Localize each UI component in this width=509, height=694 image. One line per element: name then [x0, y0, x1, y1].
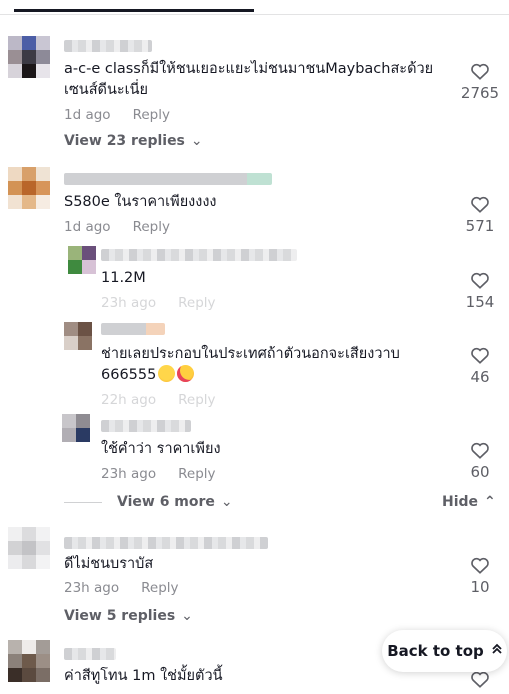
comment-text: S580e ในราคาเพียงงงง — [64, 194, 217, 210]
heart-outline-icon — [471, 557, 489, 574]
username-blurred[interactable] — [64, 40, 152, 52]
username-blurred[interactable] — [64, 537, 268, 549]
like-button[interactable]: 10 — [450, 556, 509, 596]
avatar[interactable] — [8, 640, 50, 682]
like-button[interactable]: 2765 — [450, 62, 509, 102]
reply-username-blurred[interactable] — [101, 249, 297, 261]
username-blurred[interactable] — [64, 173, 272, 185]
heart-outline-icon — [471, 347, 489, 364]
reply-time: 23h ago — [101, 466, 157, 482]
like-button[interactable]: 571 — [450, 195, 509, 235]
heart-outline-icon — [471, 63, 489, 80]
like-button[interactable]: 46 — [450, 346, 509, 386]
like-button[interactable] — [450, 670, 509, 688]
reply-button[interactable]: Reply — [178, 392, 215, 408]
comment-meta: 1d ago Reply — [64, 107, 170, 123]
chevron-down-icon: ⌄ — [220, 494, 233, 510]
heart-outline-icon — [471, 272, 489, 289]
like-count: 154 — [465, 293, 495, 311]
like-count: 10 — [470, 578, 490, 596]
smiling-face-with-hearts-icon — [177, 365, 195, 382]
double-chevron-up-icon — [492, 643, 502, 659]
reply-text: ช่ายเลยประกอบในประเทศถ้าตัวนอกจะเสียงวาบ… — [101, 344, 441, 386]
like-button[interactable]: 154 — [450, 271, 509, 311]
reply-meta: 23h ago Reply — [101, 295, 216, 311]
avatar[interactable] — [8, 36, 50, 78]
avatar[interactable] — [8, 167, 50, 209]
comment-time: 1d ago — [64, 107, 111, 123]
view-more-replies-button[interactable]: View 6 more ⌄ — [117, 494, 233, 510]
reply-text: 11.2M — [101, 270, 146, 286]
reply-button[interactable]: Reply — [133, 107, 170, 123]
heart-outline-icon — [471, 196, 489, 213]
reply-text: ใช้คำว่า ราคาเพียง — [101, 441, 221, 457]
back-to-top-button[interactable]: Back to top — [382, 630, 507, 672]
view-replies-button[interactable]: View 5 replies ⌄ — [64, 608, 193, 624]
reply-meta: 23h ago Reply — [101, 466, 216, 482]
reply-text-content: ช่ายเลยประกอบในประเทศถ้าตัวนอกจะเสียงวาบ… — [101, 346, 400, 383]
view-replies-label: View 23 replies — [64, 133, 185, 149]
reply-avatar[interactable] — [62, 414, 90, 442]
comment-text: ค่าสีทูโทน 1m ใช่มั้ยตัวนี้ — [64, 668, 223, 684]
chevron-up-icon: ⌃ — [484, 494, 496, 510]
like-count: 571 — [465, 217, 495, 235]
view-replies-button[interactable]: View 23 replies ⌄ — [64, 133, 203, 149]
reply-meta: 22h ago Reply — [101, 392, 216, 408]
reply-time: 22h ago — [101, 392, 157, 408]
reply-avatar[interactable] — [64, 322, 92, 350]
reply-avatar[interactable] — [68, 246, 96, 274]
comment-meta: 1d ago Reply — [64, 219, 170, 235]
reply-button[interactable]: Reply — [178, 295, 215, 311]
heart-outline-icon — [471, 442, 489, 459]
active-tab-indicator — [14, 9, 254, 12]
hide-replies-button[interactable]: Hide ⌃ — [442, 494, 496, 510]
grinning-squinting-face-icon — [158, 365, 176, 382]
like-count: 60 — [470, 463, 490, 481]
avatar[interactable] — [8, 527, 50, 569]
reply-button[interactable]: Reply — [133, 219, 170, 235]
username-blurred[interactable] — [64, 648, 116, 660]
back-to-top-label: Back to top — [387, 642, 484, 660]
reply-button[interactable]: Reply — [178, 466, 215, 482]
reply-button[interactable]: Reply — [141, 580, 178, 596]
replies-divider — [64, 502, 102, 503]
comment-text: a-c-e classก็มีให้ชนเยอะแยะไม่ชนมาชนMayb… — [64, 61, 434, 98]
like-button[interactable]: 60 — [450, 441, 509, 481]
tab-bar — [0, 0, 509, 15]
view-more-label: View 6 more — [117, 494, 215, 510]
reply-username-blurred[interactable] — [101, 323, 165, 335]
chevron-down-icon: ⌄ — [181, 608, 193, 624]
hide-label: Hide — [442, 494, 479, 510]
reply-username-blurred[interactable] — [101, 420, 191, 432]
comment-time: 1d ago — [64, 219, 111, 235]
view-replies-label: View 5 replies — [64, 608, 176, 624]
comment-text: ดีไม่ชนบราบัส — [64, 556, 154, 572]
chevron-down-icon: ⌄ — [190, 133, 203, 149]
comment-meta: 23h ago Reply — [64, 580, 179, 596]
like-count: 46 — [470, 368, 490, 386]
comment-time: 23h ago — [64, 580, 120, 596]
like-count: 2765 — [460, 84, 500, 102]
reply-time: 23h ago — [101, 295, 157, 311]
heart-outline-icon — [471, 671, 489, 688]
